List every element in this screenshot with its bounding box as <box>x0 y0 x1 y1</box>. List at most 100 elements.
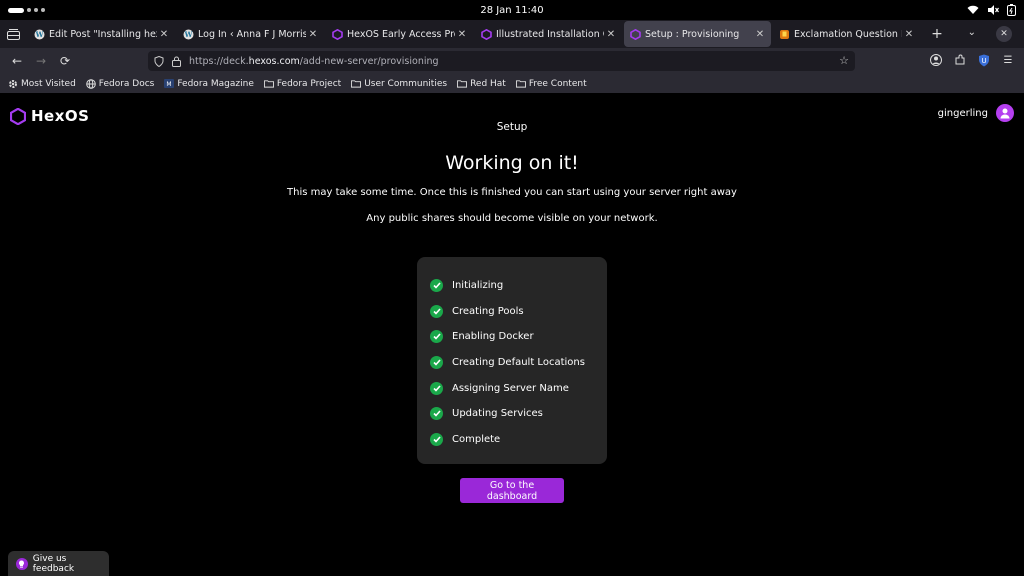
url-path: /add-new-server/provisioning <box>299 55 439 67</box>
svg-text:W: W <box>184 30 193 39</box>
folder-icon <box>457 79 468 88</box>
wifi-icon[interactable] <box>967 5 979 15</box>
bookmark-star-icon[interactable]: ☆ <box>839 54 849 67</box>
shares-info-text: Any public shares should become visible … <box>366 213 658 224</box>
folder-icon <box>515 79 526 88</box>
bookmark-label: Free Content <box>528 78 587 89</box>
provisioning-step: Creating Pools <box>417 299 607 325</box>
page-title: Working on it! <box>445 152 579 174</box>
check-circle-icon <box>430 381 443 395</box>
address-bar[interactable]: https://deck. hexos.com/add-new-server/pr… <box>148 51 855 71</box>
avatar[interactable] <box>996 104 1014 122</box>
step-label: Creating Pools <box>452 305 524 317</box>
bookmark-label: Red Hat <box>470 78 506 89</box>
volume-icon[interactable] <box>987 5 999 15</box>
tab[interactable]: HexOS Early Access Program✕ <box>326 21 473 47</box>
step-label: Assigning Server Name <box>452 382 569 394</box>
fedora-icon: M <box>164 79 175 88</box>
account-icon[interactable] <box>928 52 944 68</box>
bookmark-label: Fedora Docs <box>98 78 155 89</box>
menu-icon[interactable]: ☰ <box>1000 52 1016 68</box>
bookmark-label: Most Visited <box>21 78 76 89</box>
info-text: This may take some time. Once this is fi… <box>287 187 737 198</box>
url-host: hexos.com <box>248 55 300 67</box>
bookmark-label: Fedora Project <box>276 78 342 89</box>
username: gingerling <box>937 107 988 119</box>
reload-icon[interactable]: ⟳ <box>54 50 76 72</box>
check-circle-icon <box>430 432 443 446</box>
lock-icon[interactable] <box>172 56 181 67</box>
back-icon[interactable]: ← <box>6 50 28 72</box>
feedback-label: Give us feedback <box>32 553 75 574</box>
system-top-bar: 28 Jan 11:40 <box>0 0 1024 20</box>
step-label: Updating Services <box>452 408 543 420</box>
list-all-tabs-icon[interactable]: ⌄ <box>968 27 976 38</box>
section-label: Setup <box>496 121 528 133</box>
globe-icon <box>85 78 96 89</box>
tab-strip: WEdit Post "Installing hexos✕WLog In ‹ A… <box>0 20 1024 48</box>
gear-icon <box>8 79 18 88</box>
tab-active[interactable]: Setup : Provisioning ✕ <box>624 21 771 47</box>
bookmarks-toolbar: Most Visited Fedora Docs M Fedora Magazine F… <box>0 74 1024 93</box>
tab[interactable]: Exclamation Question Mark✕ <box>773 21 920 47</box>
provisioning-step: Creating Default Locations <box>417 350 607 376</box>
bookmark-item[interactable]: Free Content <box>515 78 587 89</box>
step-label: Creating Default Locations <box>452 357 585 369</box>
tab-close-icon[interactable]: ✕ <box>457 29 467 40</box>
step-label: Enabling Docker <box>452 331 534 343</box>
battery-icon[interactable] <box>1007 4 1016 16</box>
tab-close-icon[interactable]: ✕ <box>904 29 914 40</box>
firefox-view-icon[interactable] <box>0 20 26 48</box>
feedback-button[interactable]: Give us feedback <box>8 551 109 576</box>
tab[interactable]: W Edit Post "Installing hexos✕ <box>28 21 175 47</box>
tab-title: Illustrated Installation Guide <box>496 28 604 40</box>
folder-icon <box>263 79 274 88</box>
tab-close-icon[interactable]: ✕ <box>606 29 616 40</box>
clock[interactable]: 28 Jan 11:40 <box>480 5 543 16</box>
tab-title: Exclamation Question Mark <box>794 28 902 40</box>
bookmark-item[interactable]: Most Visited <box>8 79 76 89</box>
lightbulb-icon <box>16 557 28 570</box>
new-tab-button[interactable]: + <box>926 26 948 42</box>
wordpress-icon: W <box>183 29 194 40</box>
provisioning-step: Enabling Docker <box>417 324 607 350</box>
step-label: Complete <box>452 433 501 445</box>
ublock-shield-icon[interactable]: U <box>976 52 992 68</box>
emoji-icon <box>779 29 790 40</box>
url-scheme: https://deck. <box>189 55 249 67</box>
tab-title: Edit Post "Installing hexos <box>49 28 157 40</box>
svg-text:U: U <box>981 57 986 65</box>
bookmark-item[interactable]: Fedora Project <box>263 78 342 89</box>
hexos-icon <box>481 28 492 40</box>
bookmark-item[interactable]: Red Hat <box>457 79 506 89</box>
check-circle-icon <box>430 304 443 318</box>
tab[interactable]: W Log In ‹ Anna F J Morris — WordPress✕ <box>177 21 324 47</box>
bookmark-label: Fedora Magazine <box>177 78 254 89</box>
tab[interactable]: Illustrated Installation Guide✕ <box>475 21 622 47</box>
provisioning-step: Initializing <box>417 273 607 299</box>
activities-indicator[interactable] <box>8 7 45 13</box>
provisioning-step: Assigning Server Name <box>417 375 607 401</box>
provisioning-step: Complete <box>417 427 607 453</box>
step-label: Initializing <box>452 280 504 292</box>
forward-icon[interactable]: → <box>30 50 52 72</box>
hexos-icon <box>630 28 641 40</box>
shield-icon[interactable] <box>154 55 164 67</box>
tab-title: HexOS Early Access Program <box>347 28 455 40</box>
bookmark-item[interactable]: M Fedora Magazine <box>164 79 254 89</box>
user-menu[interactable]: gingerling <box>938 104 1014 122</box>
user-icon <box>1000 108 1010 119</box>
check-circle-icon <box>430 407 443 421</box>
go-to-dashboard-button[interactable]: Go to the dashboard <box>460 478 564 503</box>
bookmark-item[interactable]: Fedora Docs <box>85 78 155 89</box>
check-circle-icon <box>430 356 443 370</box>
svg-text:W: W <box>35 30 44 39</box>
tab-close-icon[interactable]: ✕ <box>755 29 765 40</box>
extensions-icon[interactable] <box>952 52 968 68</box>
close-window-button[interactable]: ✕ <box>996 26 1012 42</box>
svg-text:M: M <box>167 81 172 88</box>
tab-close-icon[interactable]: ✕ <box>308 29 318 40</box>
tab-close-icon[interactable]: ✕ <box>159 29 169 40</box>
tab-title: Setup : Provisioning <box>645 28 740 40</box>
bookmark-item[interactable]: User Communities <box>351 79 447 89</box>
